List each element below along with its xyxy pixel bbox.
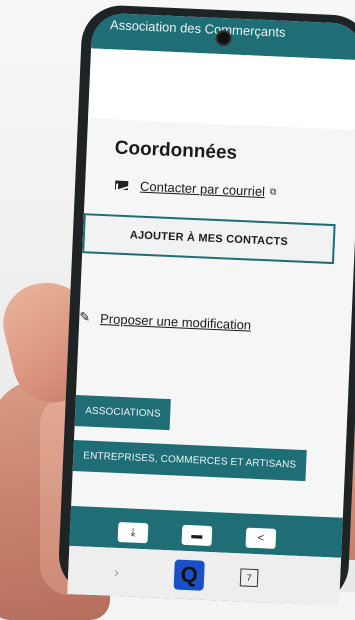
category-tag-enterprises[interactable]: ENTREPRISES, COMMERCES ET ARTISANS bbox=[72, 439, 307, 482]
phone-device: Association des Commerçants Coordonnées … bbox=[57, 3, 355, 607]
main-content: Coordonnées Contacter par courriel ⧉ AJO… bbox=[72, 118, 355, 483]
email-contact-link[interactable]: Contacter par courriel bbox=[140, 179, 266, 199]
email-contact-row[interactable]: Contacter par courriel ⧉ bbox=[114, 178, 355, 204]
header-area bbox=[88, 48, 355, 131]
add-to-contacts-button[interactable]: AJOUTER À MES CONTACTS bbox=[82, 213, 336, 265]
car-icon[interactable]: ▬ bbox=[181, 524, 213, 547]
phone-screen: Association des Commerçants Coordonnées … bbox=[67, 12, 355, 606]
category-tag-associations[interactable]: ASSOCIATIONS bbox=[74, 395, 172, 431]
mail-icon bbox=[114, 180, 129, 191]
chevron-right-icon[interactable]: › bbox=[114, 564, 119, 580]
pencil-icon: ✎ bbox=[79, 309, 91, 325]
q-app-icon[interactable]: Q bbox=[173, 559, 205, 591]
download-icon[interactable]: ⤓ bbox=[117, 521, 149, 544]
section-title: Coordonnées bbox=[114, 137, 238, 164]
tab-count-icon[interactable]: 7 bbox=[239, 568, 259, 588]
share-icon[interactable]: < bbox=[245, 527, 277, 549]
external-link-icon: ⧉ bbox=[269, 186, 277, 197]
app-title: Association des Commerçants bbox=[109, 17, 286, 40]
